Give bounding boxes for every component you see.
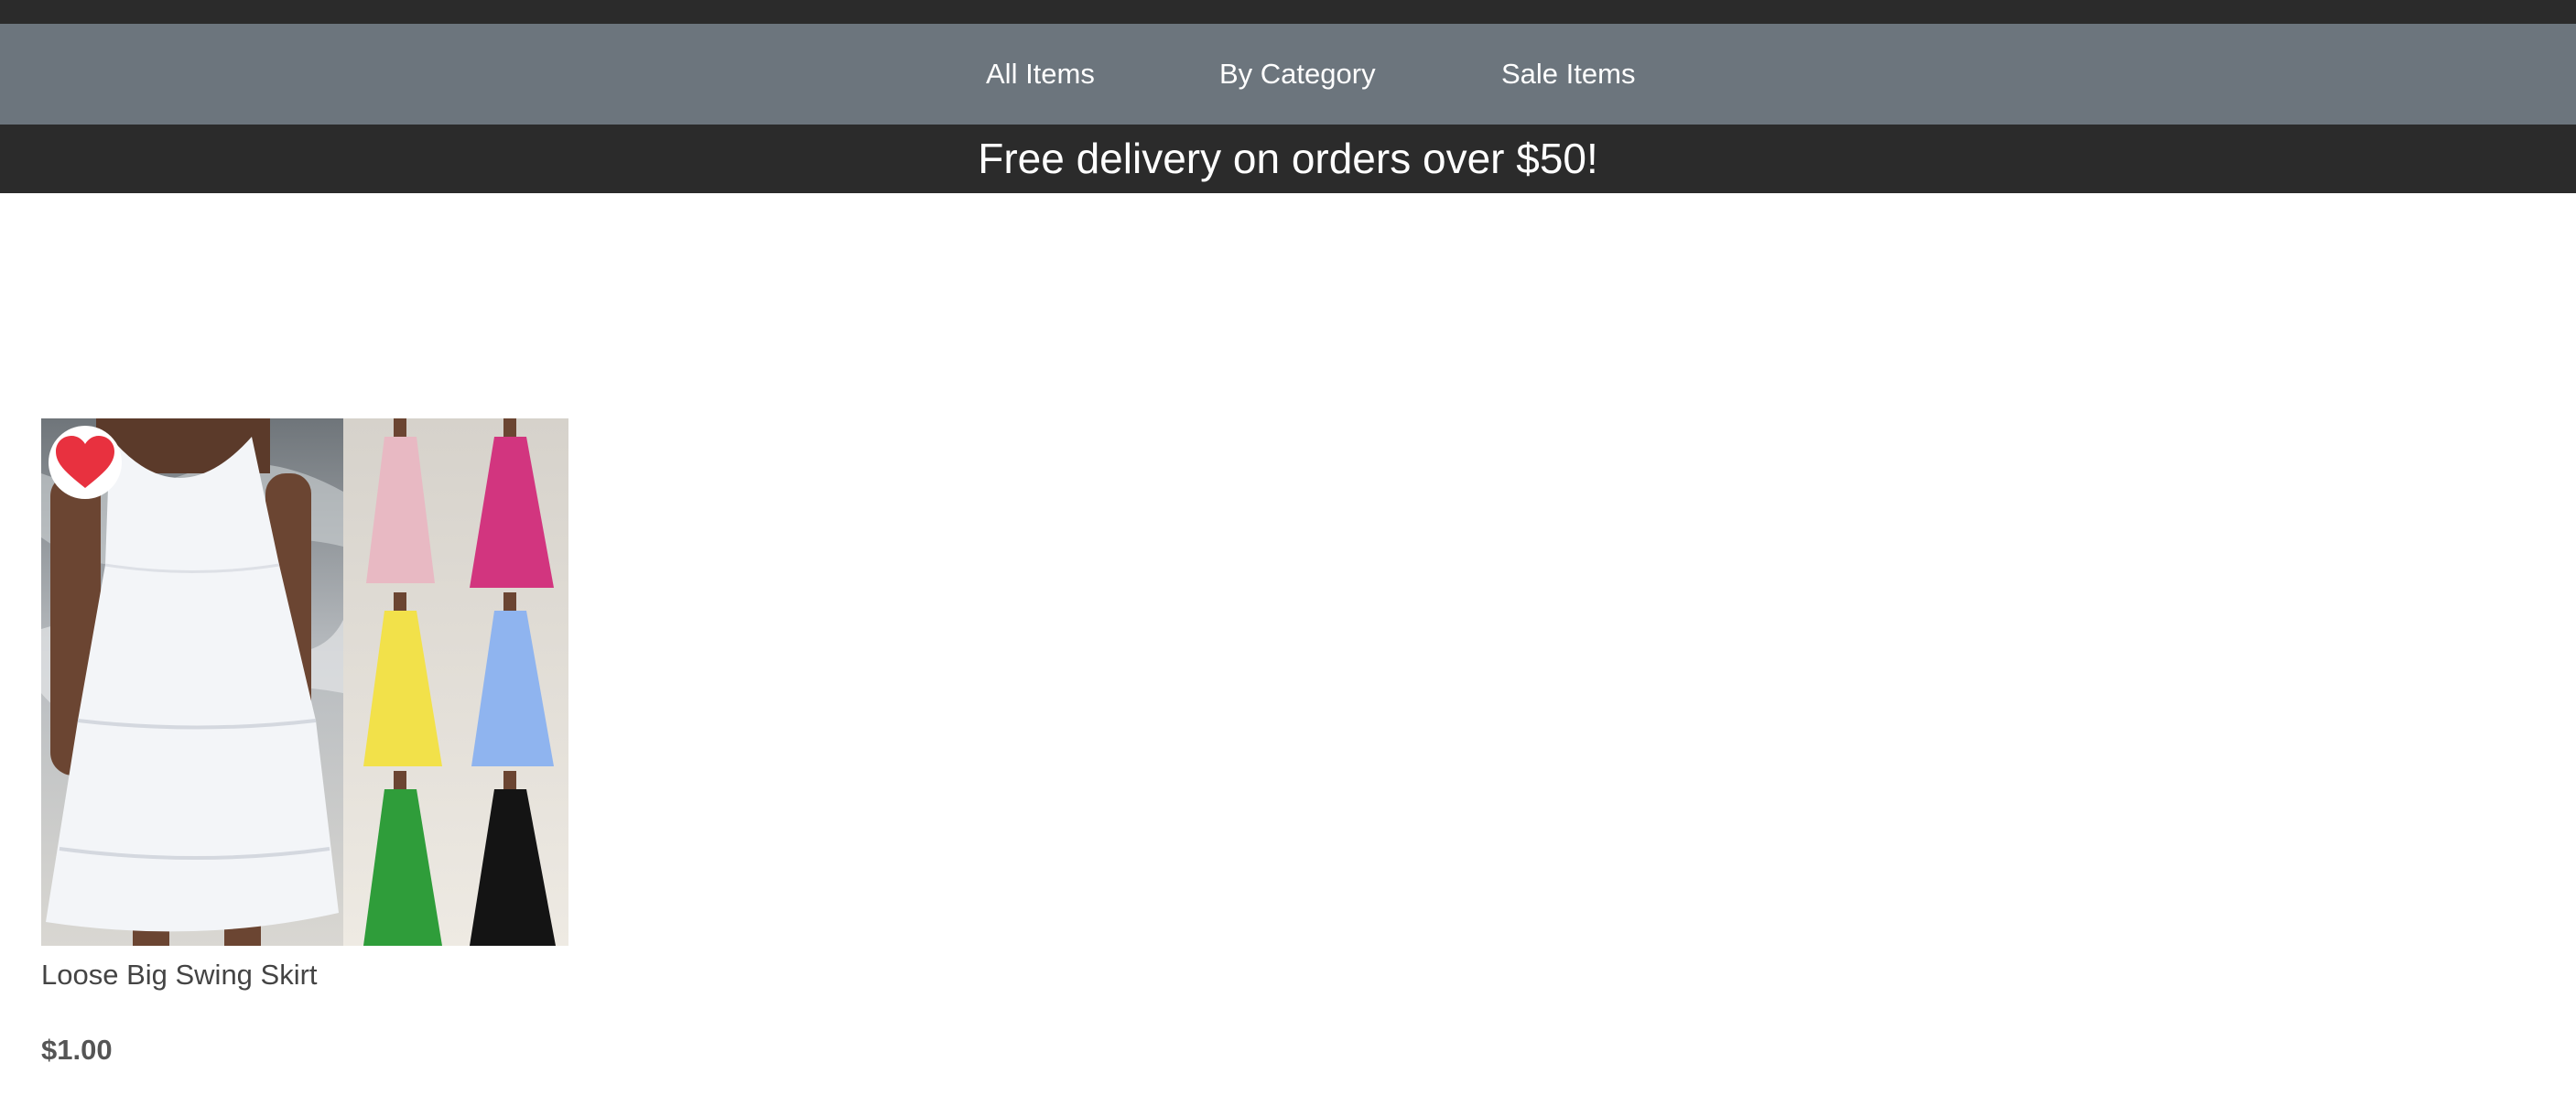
product-price: $1.00 <box>41 1034 113 1066</box>
top-strip <box>0 0 2576 24</box>
promo-banner: Free delivery on orders over $50! <box>0 125 2576 193</box>
product-image[interactable] <box>41 418 568 946</box>
nav-all-items[interactable]: All Items <box>986 24 1095 125</box>
favorite-button[interactable] <box>49 426 122 499</box>
nav-by-category[interactable]: By Category <box>1219 24 1376 125</box>
nav-sale-items[interactable]: Sale Items <box>1501 24 1635 125</box>
main-nav: All Items By Category Sale Items <box>0 24 2576 125</box>
heart-icon <box>56 436 114 488</box>
product-title[interactable]: Loose Big Swing Skirt <box>41 959 318 992</box>
